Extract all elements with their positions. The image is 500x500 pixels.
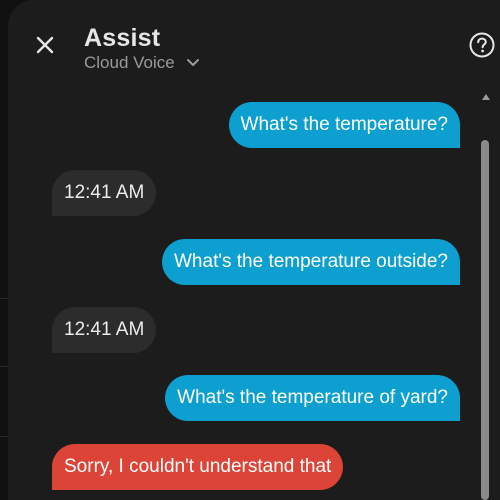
scroll-up-arrow[interactable] [482, 94, 490, 100]
help-circle-icon [469, 32, 495, 58]
close-button[interactable] [30, 30, 60, 60]
user-message: What's the temperature outside? [162, 239, 460, 285]
help-button[interactable] [468, 31, 496, 59]
scrollbar-thumb[interactable] [481, 140, 489, 500]
conversation-scrollbar[interactable] [479, 88, 493, 500]
dialog-title: Assist [84, 24, 161, 52]
user-message: What's the temperature of yard? [165, 375, 460, 421]
chevron-down-icon [186, 59, 199, 66]
close-icon [36, 36, 54, 54]
agent-message: 12:41 AM [52, 307, 157, 353]
pipeline-label: Cloud Voice [84, 53, 175, 72]
conversation-area: What's the temperature? 12:41 AM What's … [8, 88, 478, 500]
dialog-header: Assist Cloud Voice [8, 0, 500, 88]
agent-message: 12:41 AM [52, 170, 157, 216]
pipeline-selector[interactable]: Cloud Voice [84, 52, 201, 74]
user-message: What's the temperature? [228, 102, 460, 148]
assist-dialog: Assist Cloud Voice What's the temperatur… [8, 0, 500, 500]
agent-error-message: Sorry, I couldn't understand that [52, 444, 344, 490]
